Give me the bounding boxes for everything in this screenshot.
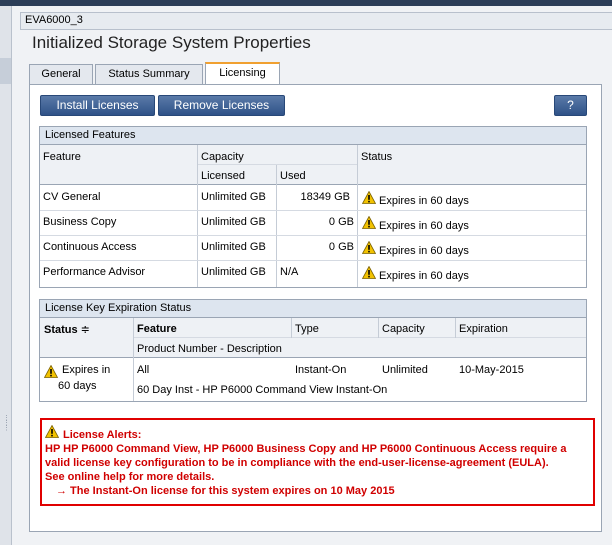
column-divider (133, 318, 134, 401)
column-header-status[interactable]: Status ≑ (44, 323, 90, 336)
feature-licensed: Unlimited GB (201, 241, 266, 253)
expiration-status-panel: License Key Expiration Status Status ≑ Fe… (39, 299, 587, 402)
feature-status: Expires in 60 days (379, 270, 469, 282)
page-title: Initialized Storage System Properties (32, 33, 311, 52)
license-alerts-box: License Alerts: HP HP P6000 Command View… (40, 418, 595, 506)
remove-licenses-button[interactable]: Remove Licenses (158, 95, 285, 116)
window-titlebar: EVA6000_3 (20, 12, 612, 30)
row-divider (40, 260, 586, 261)
row-divider (40, 235, 586, 236)
column-header-expiration[interactable]: Expiration (459, 323, 508, 335)
feature-used: 0 GB (328, 241, 354, 253)
feature-status: Expires in 60 days (379, 245, 469, 257)
feature-licensed: Unlimited GB (201, 216, 266, 228)
warning-icon (362, 216, 376, 229)
expiration-status-line1: Expires in (62, 364, 111, 376)
install-licenses-button[interactable]: Install Licenses (40, 95, 155, 116)
column-divider (455, 318, 456, 338)
license-alert-line: See online help for more details. (45, 471, 215, 483)
column-divider (197, 145, 198, 287)
license-alerts-title: License Alerts: (63, 429, 142, 441)
warning-icon (362, 191, 376, 204)
feature-used: 18349 GB (300, 191, 350, 203)
expiration-date: 10-May-2015 (459, 364, 524, 376)
column-header-status[interactable]: Status (361, 151, 392, 163)
feature-used: 0 GB (328, 216, 354, 228)
feature-status: Expires in 60 days (379, 220, 469, 232)
column-header-type[interactable]: Type (295, 323, 319, 335)
row-divider (40, 210, 586, 211)
warning-icon (44, 365, 58, 378)
column-header-used[interactable]: Used (280, 170, 306, 182)
warning-icon (45, 425, 59, 438)
feature-licensed: Unlimited GB (201, 191, 266, 203)
license-alert-line: HP HP P6000 Command View, HP P6000 Busin… (45, 443, 567, 455)
header-bottom-line (40, 357, 586, 358)
tab-status-summary[interactable]: Status Summary (95, 64, 203, 84)
column-divider (357, 145, 358, 287)
feature-name: Continuous Access (43, 241, 137, 253)
grip-icon[interactable]: ⋮ ⋮ ⋮ (3, 415, 10, 432)
feature-status: Expires in 60 days (379, 195, 469, 207)
licensed-features-panel: Licensed Features Feature Capacity Licen… (39, 126, 587, 288)
license-alert-line: valid license key configuration to be in… (45, 457, 549, 469)
column-header-status-label: Status (44, 324, 78, 336)
feature-name: Business Copy (43, 216, 117, 228)
header-divider (198, 164, 357, 165)
column-header-licensed[interactable]: Licensed (201, 170, 245, 182)
feature-licensed: Unlimited GB (201, 266, 266, 278)
tab-licensing[interactable]: Licensing (205, 62, 280, 85)
expiration-status-line2: 60 days (58, 380, 97, 392)
column-header-product[interactable]: Product Number - Description (137, 343, 282, 355)
instant-on-expiry-notice: → The Instant-On license for this system… (56, 485, 395, 497)
navigation-selected-item[interactable] (0, 58, 11, 84)
expiration-capacity: Unlimited (382, 364, 428, 376)
column-header-feature[interactable]: Feature (137, 323, 177, 335)
expiration-status-title: License Key Expiration Status (40, 300, 586, 318)
column-header-feature[interactable]: Feature (43, 151, 81, 163)
column-header-capacity[interactable]: Capacity (201, 151, 244, 163)
window-title: EVA6000_3 (25, 14, 83, 26)
column-divider (276, 165, 277, 287)
expiration-feature: All (137, 364, 150, 376)
warning-icon (362, 241, 376, 254)
licensed-features-title: Licensed Features (40, 127, 586, 145)
feature-used: N/A (280, 266, 299, 278)
column-divider (291, 318, 292, 338)
feature-name: Performance Advisor (43, 266, 146, 278)
tab-general[interactable]: General (29, 64, 93, 84)
header-bottom-line (40, 184, 586, 185)
warning-icon (362, 266, 376, 279)
help-button[interactable]: ? (554, 95, 587, 116)
column-header-capacity[interactable]: Capacity (382, 323, 425, 335)
expiration-description: 60 Day Inst - HP P6000 Command View Inst… (137, 384, 388, 396)
column-divider (378, 318, 379, 338)
sort-icon[interactable]: ≑ (81, 324, 90, 336)
navigation-pane[interactable]: ⋮ ⋮ ⋮ (0, 6, 12, 545)
expiration-type: Instant-On (295, 364, 347, 376)
header-divider (133, 337, 586, 338)
feature-name: CV General (43, 191, 101, 203)
